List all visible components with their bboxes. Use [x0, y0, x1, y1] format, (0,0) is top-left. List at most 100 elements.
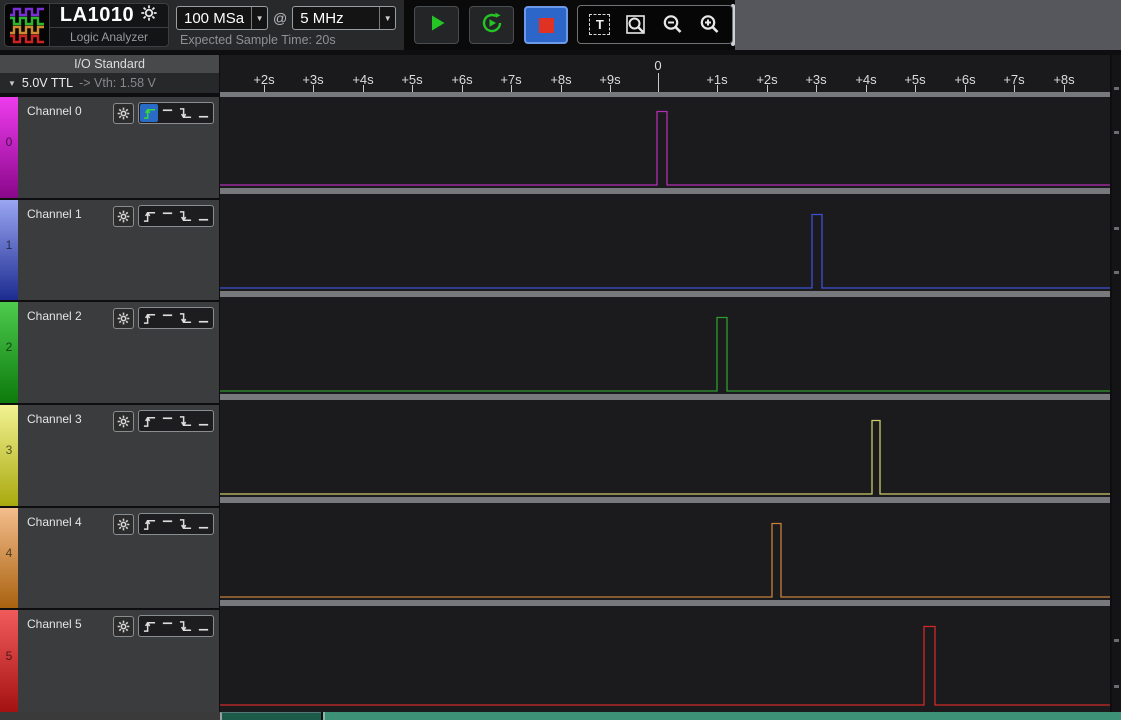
timeline-tick-mark	[767, 85, 768, 92]
timeline-tick-mark	[412, 85, 413, 92]
channel-color-bar[interactable]: 4	[0, 508, 18, 608]
timeline-tick-mark	[561, 85, 562, 92]
trigger-low-level-button[interactable]	[194, 617, 212, 635]
channel-color-bar[interactable]: 1	[0, 200, 18, 300]
channel-settings-button[interactable]	[113, 103, 134, 124]
channel-number: 1	[0, 238, 18, 252]
chevron-down-icon[interactable]: ▼	[379, 7, 395, 29]
channel-row: 2 Channel 2	[0, 302, 219, 403]
trigger-rising-edge-button[interactable]	[140, 207, 158, 225]
sample-config: 100 MSa ▼ @ 5 MHz ▼ Expected Sample Time…	[176, 0, 402, 50]
waveform-channel-0[interactable]	[220, 97, 1110, 200]
overview-viewport-segment[interactable]	[220, 712, 321, 720]
channel-label[interactable]: Channel 0	[27, 104, 82, 118]
timeline-ruler[interactable]: +2s+3s+4s+5s+6s+7s+8s+9s0+1s+2s+3s+4s+5s…	[220, 55, 1110, 92]
app-logo-icon	[5, 4, 50, 46]
zoom-in-button[interactable]	[695, 10, 725, 40]
overview-capture-segment[interactable]	[323, 712, 1121, 720]
trigger-falling-edge-button[interactable]	[176, 617, 194, 635]
repeat-capture-button[interactable]	[469, 6, 514, 44]
trigger-rising-edge-button[interactable]	[140, 617, 158, 635]
trigger-high-level-button[interactable]	[158, 309, 176, 327]
trigger-rising-edge-button[interactable]	[140, 309, 158, 327]
timeline-tick-mark	[462, 85, 463, 92]
timeline-tick-label: 0	[654, 58, 661, 73]
play-icon	[425, 11, 449, 40]
trigger-falling-edge-button[interactable]	[176, 412, 194, 430]
trigger-rising-edge-button[interactable]	[140, 515, 158, 533]
start-capture-button[interactable]	[414, 6, 459, 44]
bottom-corner-filler	[0, 712, 220, 720]
waveform-channel-1[interactable]	[220, 200, 1110, 303]
trigger-falling-edge-button[interactable]	[176, 104, 194, 122]
row-separator	[220, 497, 1110, 503]
trigger-group	[138, 205, 214, 227]
trigger-high-level-button[interactable]	[158, 617, 176, 635]
sample-count-select[interactable]: 100 MSa ▼	[176, 6, 268, 30]
timeline-tick-mark	[1064, 85, 1065, 92]
trigger-group	[138, 307, 214, 329]
timeline-tick-mark	[965, 85, 966, 92]
channel-number: 3	[0, 443, 18, 457]
channel-settings-button[interactable]	[113, 206, 134, 227]
trigger-low-level-button[interactable]	[194, 309, 212, 327]
io-vth-value: -> Vth: 1.58 V	[79, 76, 156, 90]
trigger-high-level-button[interactable]	[158, 104, 176, 122]
row-separator	[220, 394, 1110, 400]
waveform-channel-4[interactable]	[220, 509, 1110, 612]
stop-capture-button[interactable]	[524, 6, 568, 44]
stop-icon	[539, 18, 554, 33]
channel-number: 4	[0, 546, 18, 560]
trigger-rising-edge-button[interactable]	[140, 412, 158, 430]
timeline-tick-mark	[363, 85, 364, 92]
trigger-high-level-button[interactable]	[158, 412, 176, 430]
trigger-low-level-button[interactable]	[194, 207, 212, 225]
trigger-low-level-button[interactable]	[194, 104, 212, 122]
vertical-scrollbar[interactable]	[1112, 55, 1121, 712]
channel-row: 3 Channel 3	[0, 405, 219, 506]
channel-label[interactable]: Channel 1	[27, 207, 82, 221]
waveform-channel-2[interactable]	[220, 303, 1110, 406]
device-type-label: Logic Analyzer	[50, 28, 168, 47]
channel-row: 4 Channel 4	[0, 508, 219, 608]
channel-settings-button[interactable]	[113, 514, 134, 535]
trigger-high-level-button[interactable]	[158, 207, 176, 225]
trigger-high-level-button[interactable]	[158, 515, 176, 533]
channel-row: 5 Channel 5	[0, 610, 219, 713]
trigger-rising-edge-button[interactable]	[140, 104, 158, 122]
zoom-out-button[interactable]	[658, 10, 688, 40]
trigger-falling-edge-button[interactable]	[176, 207, 194, 225]
zoom-in-icon	[698, 13, 722, 37]
timeline-tick-mark	[610, 85, 611, 92]
channel-label[interactable]: Channel 2	[27, 309, 82, 323]
trigger-falling-edge-button[interactable]	[176, 309, 194, 327]
device-settings-icon[interactable]	[140, 4, 158, 27]
timeline-tick-mark	[264, 85, 265, 92]
timeline-tick-mark	[915, 85, 916, 92]
caret-down-icon: ▼	[8, 79, 16, 88]
channel-color-bar[interactable]: 3	[0, 405, 18, 506]
channel-color-bar[interactable]: 5	[0, 610, 18, 713]
channel-label[interactable]: Channel 5	[27, 617, 82, 631]
row-separator	[220, 188, 1110, 194]
waveform-channel-5[interactable]	[220, 612, 1110, 712]
trigger-low-level-button[interactable]	[194, 515, 212, 533]
sample-rate-select[interactable]: 5 MHz ▼	[292, 6, 396, 30]
annotation-tool-button[interactable]: T	[585, 10, 615, 40]
channel-settings-button[interactable]	[113, 411, 134, 432]
channel-row: 0 Channel 0	[0, 97, 219, 198]
io-standard-select[interactable]: ▼ 5.0V TTL -> Vth: 1.58 V	[0, 73, 219, 93]
channel-settings-button[interactable]	[113, 616, 134, 637]
channel-label[interactable]: Channel 4	[27, 515, 82, 529]
zoom-selection-button[interactable]	[622, 10, 652, 40]
chevron-down-icon[interactable]: ▼	[251, 7, 267, 29]
channel-color-bar[interactable]: 2	[0, 302, 18, 403]
channel-settings-button[interactable]	[113, 308, 134, 329]
sample-count-value: 100 MSa	[177, 10, 251, 27]
waveform-channel-3[interactable]	[220, 406, 1110, 509]
trigger-falling-edge-button[interactable]	[176, 515, 194, 533]
channel-label[interactable]: Channel 3	[27, 412, 82, 426]
trigger-low-level-button[interactable]	[194, 412, 212, 430]
channel-color-bar[interactable]: 0	[0, 97, 18, 198]
at-sign: @	[273, 10, 287, 26]
